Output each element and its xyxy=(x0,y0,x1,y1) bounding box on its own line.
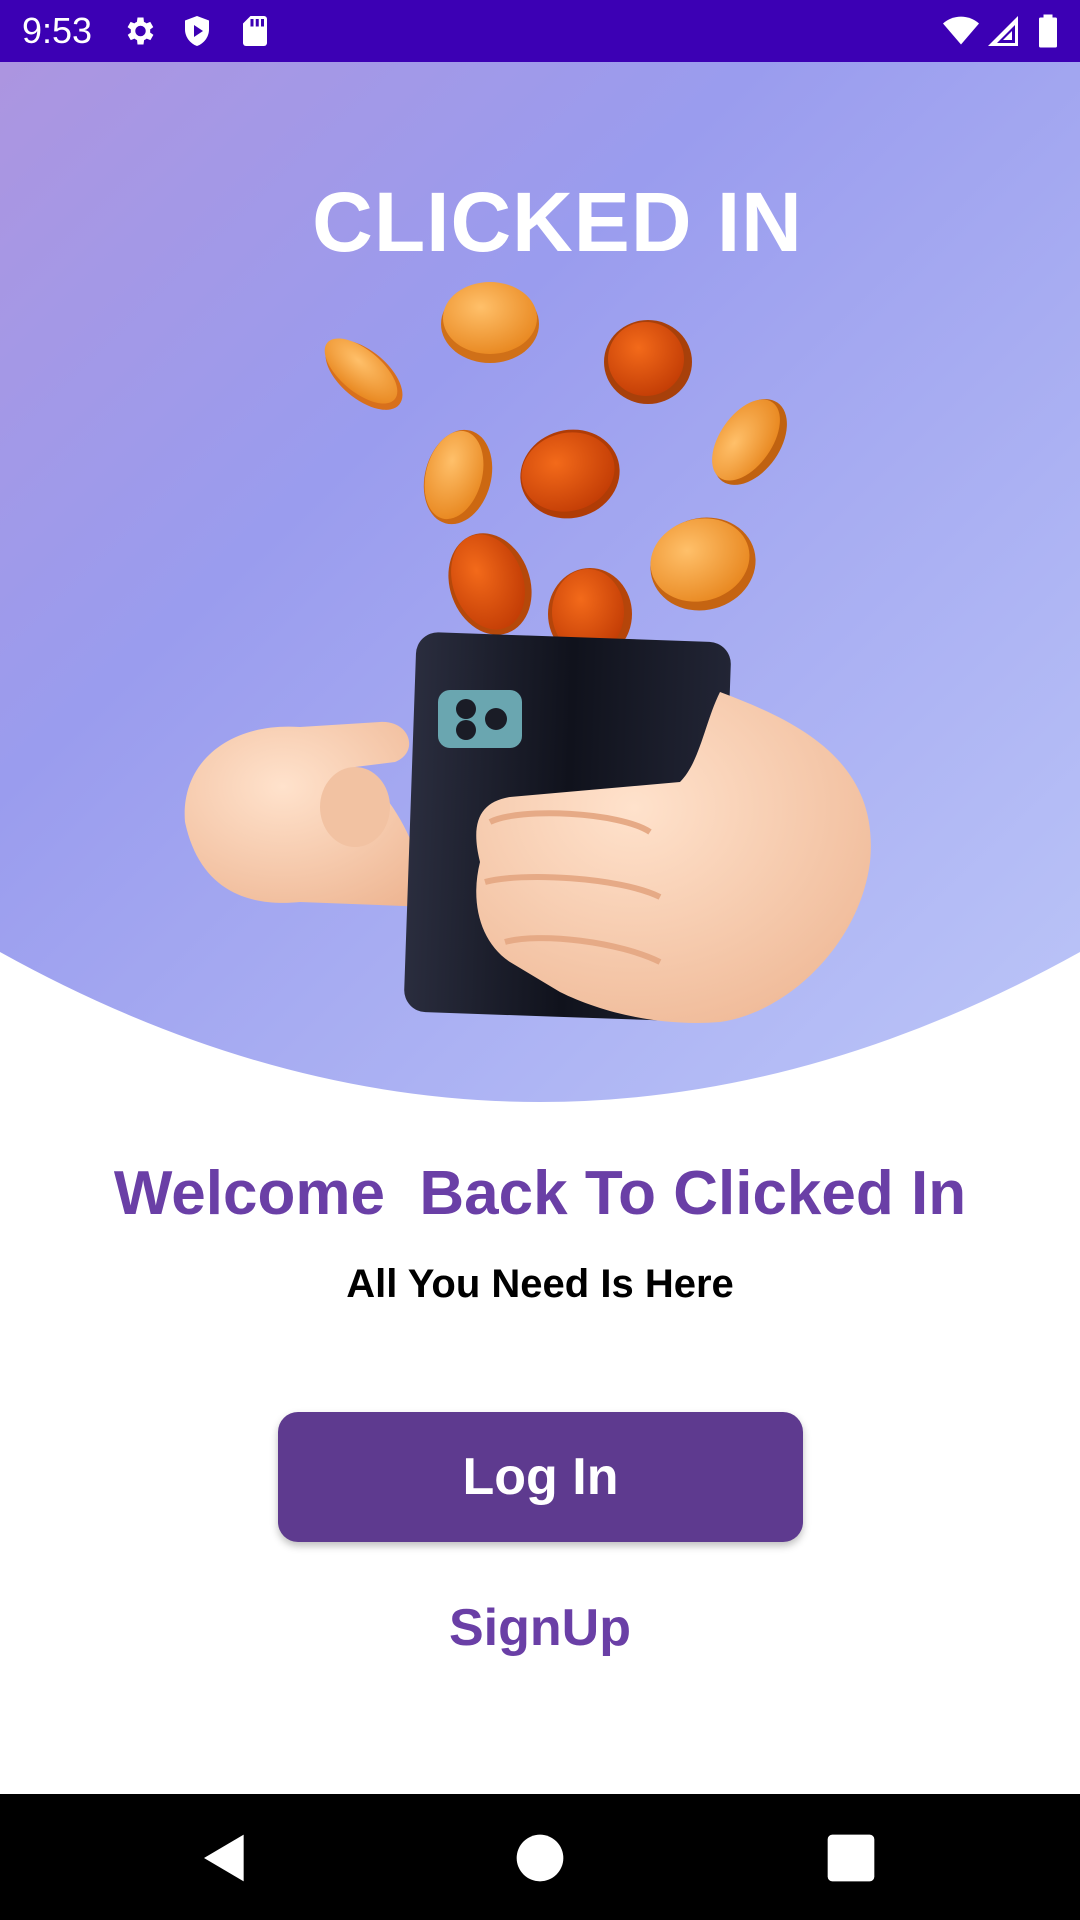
wifi-icon xyxy=(943,16,979,45)
hero-banner: CLICKED IN xyxy=(0,62,1080,1132)
sd-card-icon xyxy=(243,16,267,46)
battery-icon xyxy=(1039,14,1057,48)
navigation-bar xyxy=(0,1794,1080,1920)
signup-link[interactable]: SignUp xyxy=(0,1598,1080,1658)
cellular-signal-icon xyxy=(988,16,1018,46)
recents-icon[interactable] xyxy=(823,1830,879,1886)
welcome-heading: Welcome Back To Clicked In xyxy=(113,1159,967,1228)
settings-icon xyxy=(127,17,154,45)
pointing-hand xyxy=(184,721,430,907)
login-button-label: Log In xyxy=(462,1448,619,1506)
app-title: CLICKED IN xyxy=(312,175,803,269)
back-icon[interactable] xyxy=(197,1830,253,1886)
home-icon[interactable] xyxy=(512,1830,568,1886)
status-bar: 9:53 xyxy=(0,0,1080,62)
shield-play-icon xyxy=(185,16,209,46)
login-button[interactable]: Log In xyxy=(278,1412,803,1542)
status-time: 9:53 xyxy=(22,10,93,51)
tagline: All You Need Is Here xyxy=(346,1262,734,1306)
